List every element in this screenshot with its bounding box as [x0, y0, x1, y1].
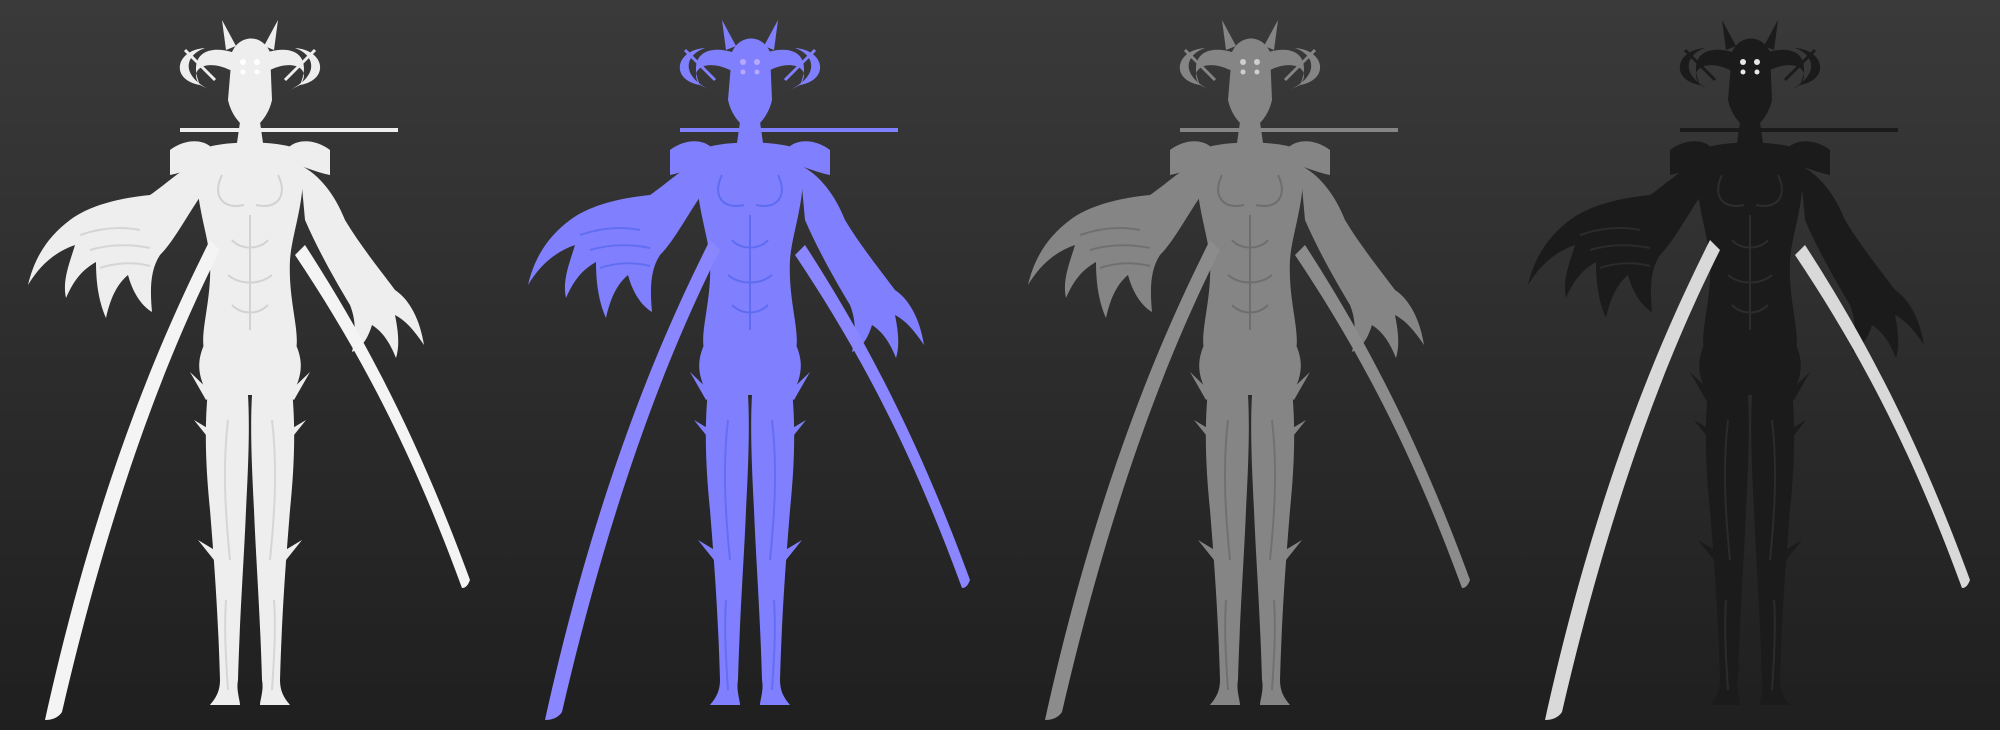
grey-height-render	[1000, 0, 1500, 730]
normal-map-render	[500, 0, 1000, 730]
left-blade	[1545, 240, 1720, 720]
head	[728, 38, 772, 130]
left-claw-arm	[528, 160, 705, 318]
turnaround-sheet	[0, 0, 2000, 730]
right-leg	[1251, 390, 1295, 705]
left-claw-arm	[1528, 160, 1705, 318]
horizontal-spike	[1680, 128, 1898, 132]
left-blade	[1045, 240, 1220, 720]
right-arm	[300, 165, 424, 358]
left-claw-arm	[28, 160, 205, 318]
left-leg	[205, 390, 249, 705]
right-arm	[800, 165, 924, 358]
right-arm	[1800, 165, 1924, 358]
horizontal-spike	[680, 128, 898, 132]
horizontal-spike	[1180, 128, 1398, 132]
left-leg	[705, 390, 749, 705]
white-clay-render	[0, 0, 500, 730]
hips	[699, 341, 801, 395]
right-leg	[1751, 390, 1795, 705]
hips	[1699, 341, 1801, 395]
normal-map-figure	[528, 20, 970, 720]
left-claw-arm	[1028, 160, 1205, 318]
head	[228, 38, 272, 130]
dark-roughness-render	[1500, 0, 2000, 730]
dark-roughness-figure	[1528, 20, 1970, 720]
left-blade	[545, 240, 720, 720]
right-leg	[251, 390, 295, 705]
head	[1228, 38, 1272, 130]
head	[1728, 38, 1772, 130]
grey-height-figure	[1028, 20, 1470, 720]
right-arm	[1300, 165, 1424, 358]
hips	[199, 341, 301, 395]
white-clay-figure	[28, 20, 470, 720]
left-blade	[45, 240, 220, 720]
left-leg	[1705, 390, 1749, 705]
right-leg	[751, 390, 795, 705]
horizontal-spike	[180, 128, 398, 132]
left-leg	[1205, 390, 1249, 705]
hips	[1199, 341, 1301, 395]
